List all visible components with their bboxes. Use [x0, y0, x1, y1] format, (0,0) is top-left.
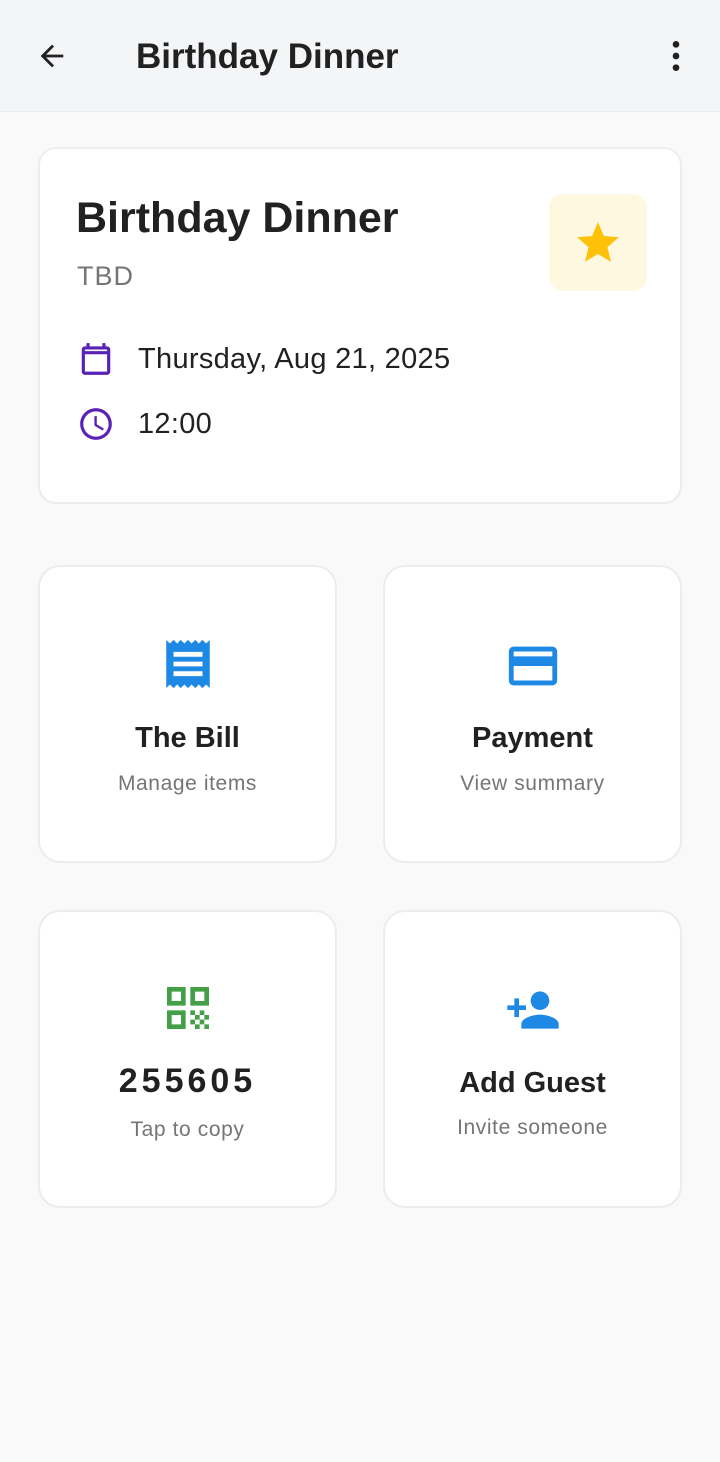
event-card: Birthday Dinner TBD Thursday, Aug 21, 20… — [38, 147, 682, 504]
more-vert-icon — [672, 41, 680, 71]
page-title: Birthday Dinner — [136, 37, 399, 76]
event-time-row: 12:00 — [76, 404, 212, 444]
favorite-button[interactable] — [549, 194, 647, 291]
star-icon — [577, 221, 619, 262]
event-time: 12:00 — [138, 407, 213, 440]
join-code: 255605 — [118, 1062, 257, 1100]
add-guest-title: Add Guest — [459, 1067, 606, 1099]
bill-subtitle: Manage items — [117, 772, 258, 795]
person-add-icon — [506, 991, 559, 1029]
event-location: TBD — [77, 261, 134, 291]
qr-code-icon — [166, 987, 209, 1029]
add-guest-tile[interactable]: Add Guest Invite someone — [383, 910, 682, 1208]
bill-title: The Bill — [135, 722, 240, 754]
copy-hint: Tap to copy — [130, 1118, 245, 1141]
credit-card-icon — [508, 646, 557, 686]
arrow-back-icon — [40, 44, 64, 68]
join-code-tile[interactable]: 255605 Tap to copy — [38, 910, 337, 1208]
payment-tile[interactable]: Payment View summary — [383, 565, 682, 863]
calendar-icon — [76, 339, 116, 379]
clock-icon — [76, 404, 116, 444]
add-guest-subtitle: Invite someone — [457, 1116, 608, 1139]
back-button[interactable] — [28, 32, 76, 80]
more-options-button[interactable] — [652, 32, 700, 80]
payment-subtitle: View summary — [460, 772, 605, 795]
receipt-icon — [165, 639, 210, 689]
payment-title: Payment — [472, 722, 593, 754]
event-date-row: Thursday, Aug 21, 2025 — [76, 339, 450, 379]
app-bar: Birthday Dinner — [0, 0, 720, 112]
event-date: Thursday, Aug 21, 2025 — [138, 342, 451, 375]
bill-tile[interactable]: The Bill Manage items — [38, 565, 337, 863]
event-title: Birthday Dinner — [76, 194, 399, 242]
